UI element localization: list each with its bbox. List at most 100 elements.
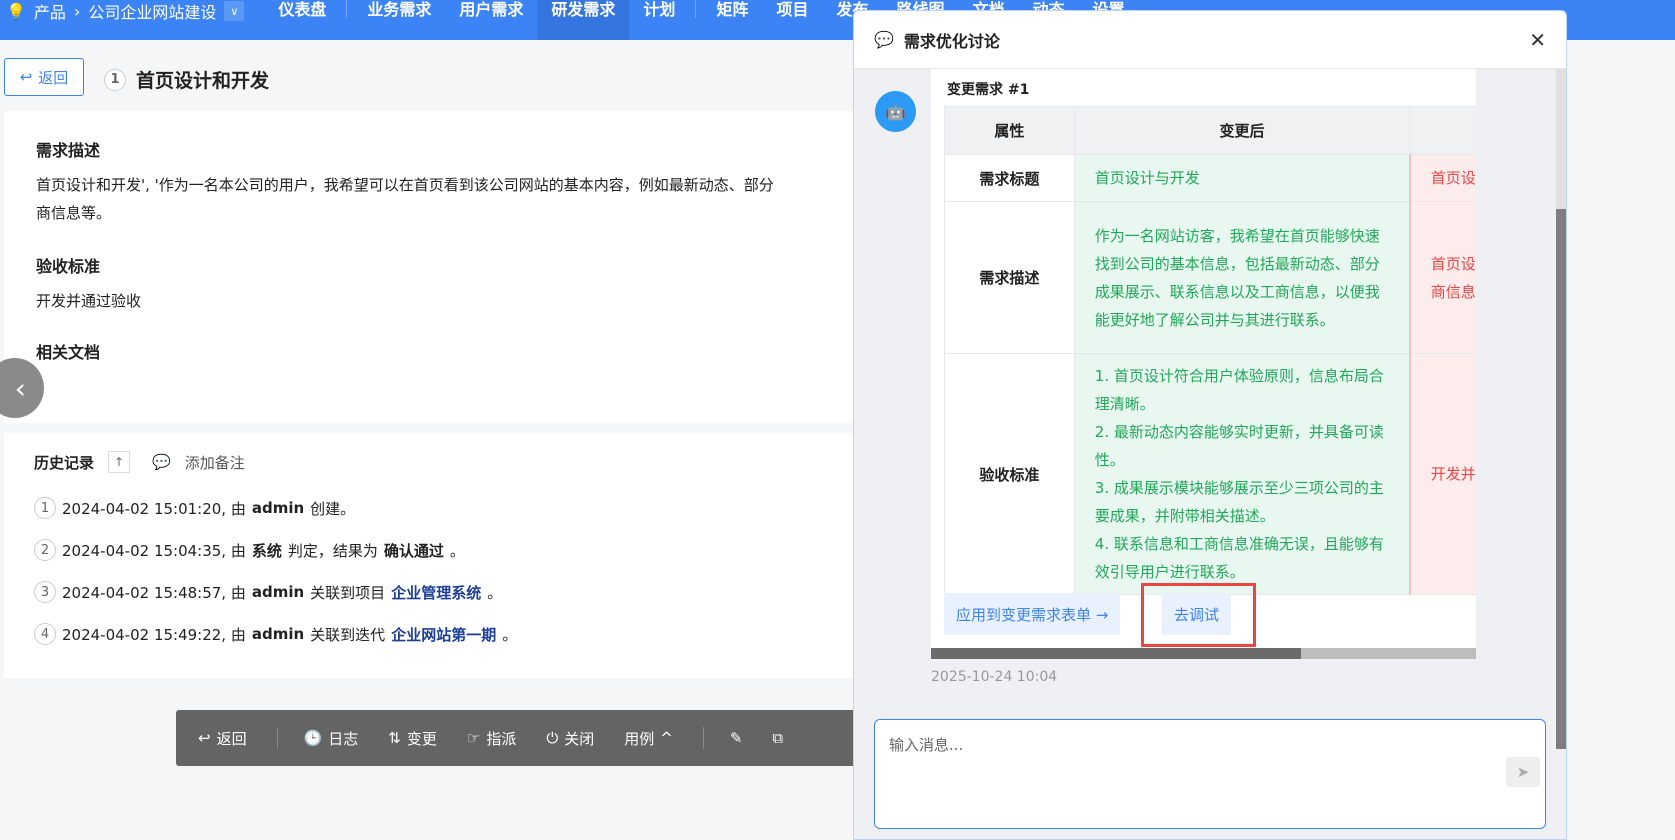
table-row: 需求标题 首页设计与开发 首页设: [944, 154, 1476, 202]
highlight-box: [1141, 583, 1256, 647]
chevron-up-icon: ^: [660, 729, 673, 747]
back-arrow-icon: ↩: [198, 729, 211, 747]
breadcrumb: 💡 产品 › 公司企业网站建设 ∨: [0, 0, 245, 23]
chevron-left-icon: ‹: [14, 371, 26, 405]
history-end: 。: [449, 541, 465, 560]
row-before: 首页设: [1409, 154, 1476, 202]
history-item: 3 2024-04-02 15:48:57, 由 admin 关联到项目 企业管理…: [34, 571, 834, 613]
divider: [276, 727, 278, 749]
project-link[interactable]: 企业管理系统: [391, 582, 481, 603]
row-after: 作为一名网站访客，我希望在首页能够快速找到公司的基本信息，包括最新动态、部分成果…: [1073, 201, 1411, 354]
apply-to-form-button[interactable]: 应用到变更需求表单 →: [944, 593, 1121, 635]
vertical-scrollbar[interactable]: [1556, 69, 1566, 749]
col-attr: 属性: [944, 106, 1075, 155]
close-icon[interactable]: ✕: [1529, 28, 1546, 52]
lightbulb-icon: 💡: [6, 1, 26, 21]
nav-project[interactable]: 项目: [762, 0, 822, 40]
hand-pointer-icon: ☞: [466, 729, 481, 747]
comment-icon: 💬: [152, 453, 171, 471]
label: 变更: [406, 729, 437, 748]
history-actor: 系统: [251, 541, 282, 560]
history-item: 2 2024-04-02 15:04:35, 由 系统 判定，结果为 确认通过。: [34, 529, 834, 571]
accept-text: 开发并通过验收: [36, 292, 142, 310]
horizontal-scrollbar[interactable]: [931, 648, 1476, 659]
assign-button[interactable]: ☞ 指派: [467, 728, 516, 749]
nav-user-req[interactable]: 用户需求: [445, 0, 537, 40]
nav-matrix[interactable]: 矩阵: [702, 0, 762, 40]
toolbar-back-button[interactable]: ↩ 返回: [198, 728, 247, 749]
divider: [346, 0, 348, 18]
nav-plan[interactable]: 计划: [629, 0, 689, 40]
history-actor: admin: [251, 499, 305, 517]
action-toolbar: ↩ 返回 🕒 日志 ⇅ 变更 ☞ 指派 ⏻ 关闭 用例 ^ ✎ ⧉: [176, 710, 876, 766]
dialog-header: 💬 需求优化讨论 ✕: [854, 11, 1566, 69]
message-bubble: 变更需求 #1 属性 变更后 需求标题 首页设计与开发 首页设 需求描述 作为一名网站访…: [931, 69, 1476, 659]
history-num: 2: [34, 539, 56, 561]
edit-icon: ✎: [729, 729, 743, 747]
edit-button[interactable]: ✎: [730, 729, 743, 747]
history-time: 2024-04-02 15:49:22, 由: [62, 625, 246, 644]
change-card-title: 变更需求 #1: [947, 82, 1030, 98]
project-dropdown[interactable]: ∨: [224, 1, 245, 21]
history-action: 关联到项目: [310, 583, 386, 602]
back-arrow-icon: ↩: [19, 68, 33, 86]
history-time: 2024-04-02 15:01:20, 由: [62, 499, 246, 518]
history-action: 关联到迭代: [310, 625, 386, 644]
iteration-link[interactable]: 企业网站第一期: [391, 624, 496, 645]
copy-icon: ⧉: [772, 729, 784, 747]
row-key: 需求标题: [944, 154, 1075, 202]
back-button[interactable]: ↩ 返回: [4, 58, 84, 96]
page-title: 1 首页设计和开发: [104, 66, 269, 93]
history-card: 历史记录 ↑ 💬 添加备注 1 2024-04-02 15:01:20, 由 ad…: [4, 433, 864, 678]
row-key: 验收标准: [944, 353, 1075, 595]
message-timestamp: 2025-10-24 10:04: [931, 669, 1058, 685]
breadcrumb-product[interactable]: 产品: [34, 0, 66, 23]
power-icon: ⏻: [546, 729, 559, 747]
history-num: 4: [34, 623, 56, 645]
close-story-button[interactable]: ⏻ 关闭: [546, 728, 594, 749]
breadcrumb-project[interactable]: 公司企业网站建设: [88, 0, 216, 23]
log-button[interactable]: 🕒 日志: [304, 728, 359, 749]
row-after: 首页设计与开发: [1073, 154, 1411, 202]
docs-heading: 相关文档: [36, 343, 101, 362]
table-row: 验收标准 1. 首页设计符合用户体验原则，信息布局合理清晰。 2. 最新动态内容能…: [944, 353, 1476, 595]
col-after: 变更后: [1073, 106, 1411, 155]
history-end: 。: [502, 625, 518, 644]
history-result: 确认通过: [383, 541, 444, 560]
clock-icon: 🕒: [303, 729, 323, 747]
sort-up-icon[interactable]: ↑: [108, 451, 131, 473]
row-key: 需求描述: [944, 201, 1075, 354]
change-button[interactable]: ⇅ 变更: [388, 728, 437, 749]
history-heading: 历史记录: [34, 453, 95, 472]
chevron-right-icon: ›: [73, 1, 81, 21]
history-actor: admin: [251, 583, 305, 601]
row-before: 开发并: [1409, 353, 1476, 595]
nav-dashboard[interactable]: 仪表盘: [264, 0, 340, 40]
history-action: 创建。: [310, 499, 356, 518]
label: 关闭: [564, 729, 595, 748]
discussion-dialog: 💬 需求优化讨论 ✕ 🤖 变更需求 #1 属性 变更后 需求标题 首页设计与开发 首页…: [853, 10, 1567, 840]
history-item: 4 2024-04-02 15:49:22, 由 admin 关联到迭代 企业网站…: [34, 613, 834, 655]
desc-text-cont: 商信息等。: [36, 204, 112, 222]
nav-dev-req[interactable]: 研发需求: [537, 0, 630, 40]
history-item: 1 2024-04-02 15:01:20, 由 admin 创建。: [34, 487, 834, 529]
label: 指派: [486, 729, 517, 748]
history-num: 3: [34, 581, 56, 603]
add-note-link[interactable]: 添加备注: [185, 452, 245, 473]
history-num: 1: [34, 497, 56, 519]
desc-heading: 需求描述: [36, 141, 101, 160]
nav-business-req[interactable]: 业务需求: [353, 0, 445, 40]
divider: [702, 727, 704, 749]
story-title: 首页设计和开发: [136, 70, 270, 92]
desc-text: 首页设计和开发', '作为一名本公司的用户，我希望可以在首页看到该公司网站的基本…: [36, 176, 774, 194]
change-icon: ⇅: [388, 729, 401, 747]
scroll-thumb[interactable]: [1556, 209, 1566, 749]
scroll-thumb[interactable]: [931, 648, 1301, 659]
copy-button[interactable]: ⧉: [772, 729, 783, 747]
send-icon[interactable]: ➤: [1506, 757, 1540, 787]
cases-dropdown[interactable]: 用例 ^: [624, 728, 673, 749]
message-input[interactable]: 输入消息...: [874, 719, 1546, 829]
detail-card: 需求描述 首页设计和开发', '作为一名本公司的用户，我希望可以在首页看到该公司…: [4, 111, 864, 423]
table-row: 需求描述 作为一名网站访客，我希望在首页能够快速找到公司的基本信息，包括最新动态、…: [944, 201, 1476, 354]
label: 日志: [328, 729, 359, 748]
